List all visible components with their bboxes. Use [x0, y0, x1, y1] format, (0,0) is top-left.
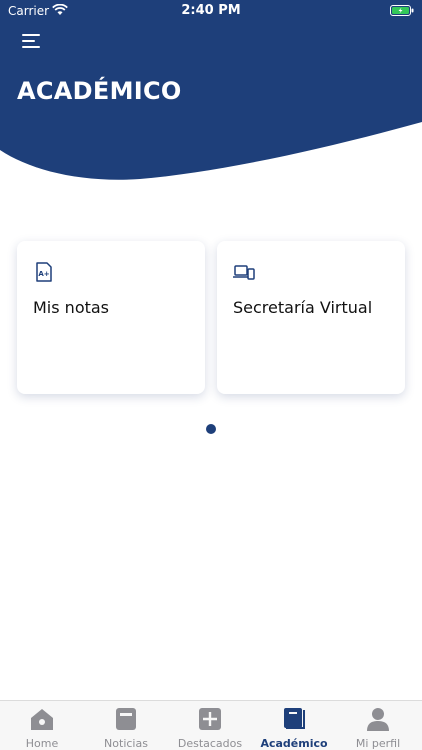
tab-label: Mi perfil — [355, 737, 401, 750]
home-icon — [31, 709, 53, 730]
status-time: 2:40 PM — [181, 3, 241, 18]
svg-text:A+: A+ — [38, 270, 49, 278]
tab-home[interactable]: Home — [0, 701, 84, 750]
tab-label: Académico — [260, 737, 328, 750]
page-title: ACADÉMICO — [17, 77, 182, 105]
tab-destacados[interactable]: Destacados — [168, 701, 252, 750]
card-label: Mis notas — [33, 298, 110, 317]
tab-bar: Home Noticias Destacados Académico Mi pe… — [0, 700, 422, 750]
laptop-phone-icon — [233, 265, 255, 280]
tab-noticias[interactable]: Noticias — [84, 701, 168, 750]
book-icon — [284, 708, 305, 729]
menu-button[interactable] — [18, 30, 46, 52]
user-icon — [367, 708, 389, 731]
tab-mi-perfil[interactable]: Mi perfil — [336, 701, 420, 750]
card-label: Secretaría Virtual — [233, 298, 373, 317]
tab-academico[interactable]: Académico — [252, 701, 336, 750]
news-icon — [116, 708, 136, 730]
page-indicator-dot[interactable] — [206, 424, 216, 434]
card-mis-notas[interactable]: A+ Mis notas — [17, 241, 205, 394]
tab-label: Home — [25, 737, 59, 750]
menu-icon — [22, 40, 35, 42]
menu-icon — [22, 46, 40, 48]
grade-document-icon: A+ — [36, 262, 52, 282]
card-secretaria-virtual[interactable]: Secretaría Virtual — [217, 241, 405, 394]
tab-label: Noticias — [104, 737, 148, 750]
status-bar: Carrier 2:40 PM — [0, 0, 422, 22]
plus-icon — [199, 708, 221, 730]
battery-icon — [390, 5, 414, 16]
tab-label: Destacados — [177, 737, 243, 750]
menu-icon — [22, 34, 40, 36]
